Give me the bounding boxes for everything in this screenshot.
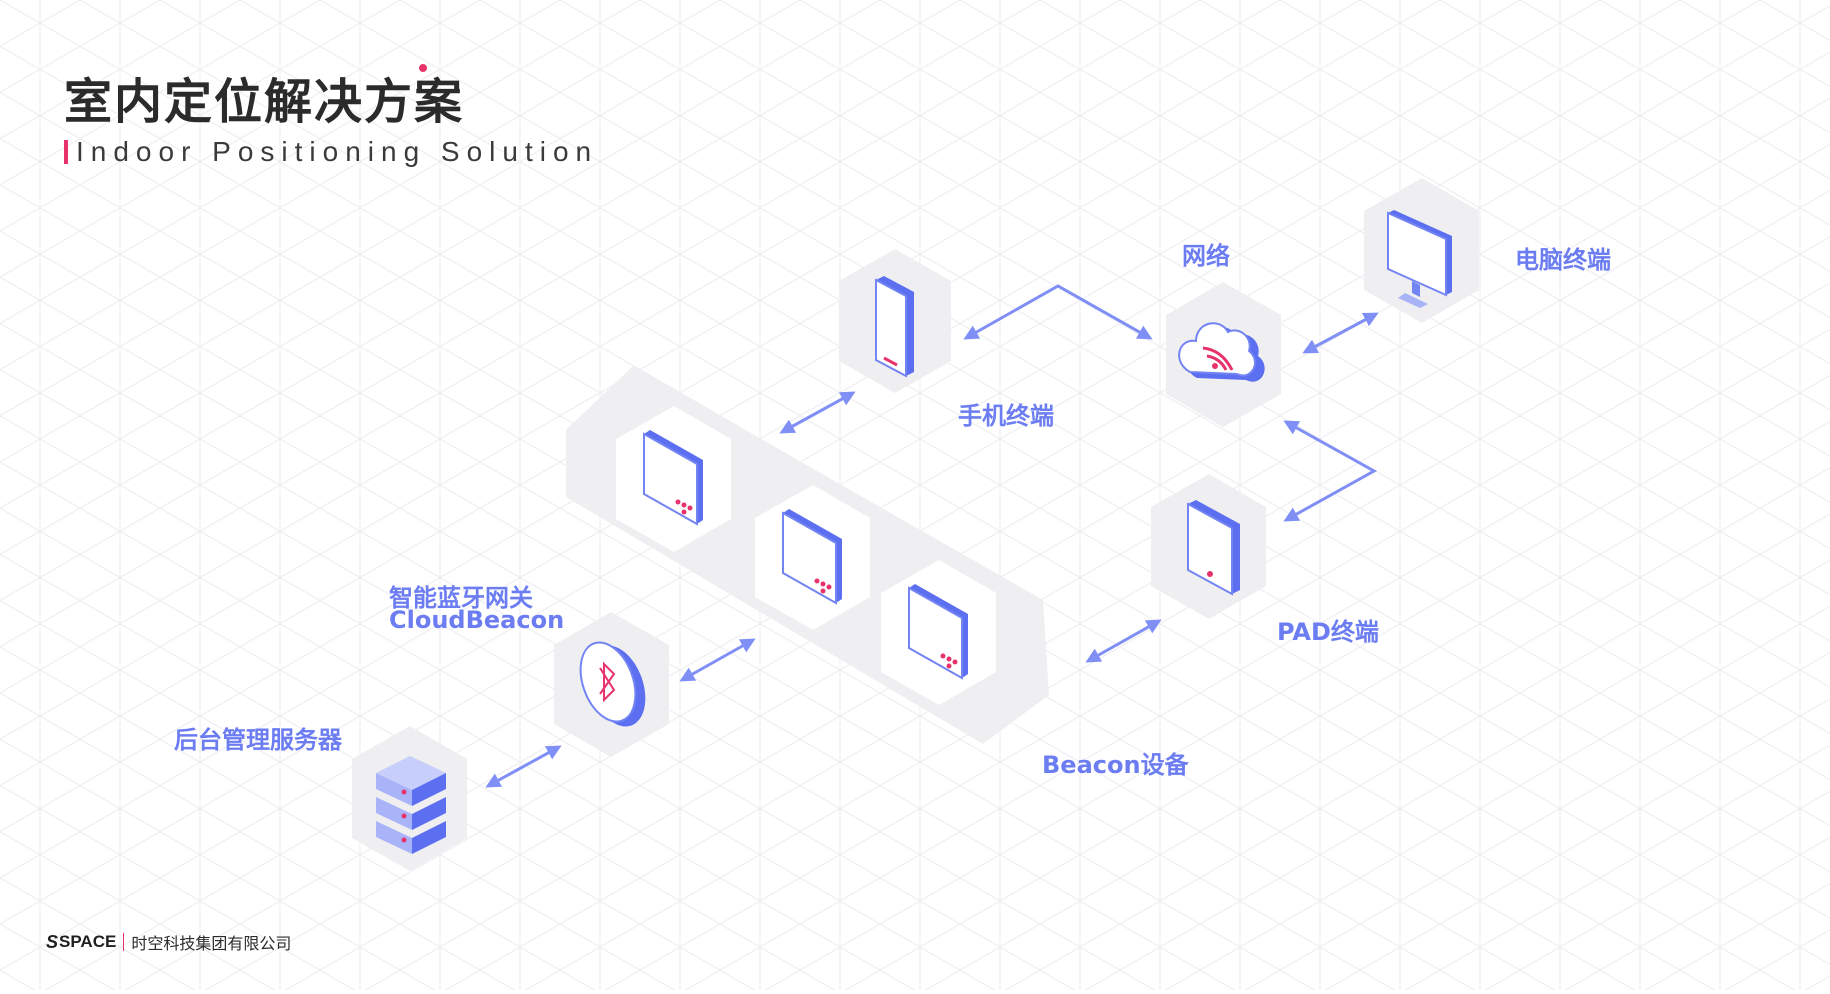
page-subtitle: Indoor Positioning Solution xyxy=(76,136,599,167)
server-icon xyxy=(376,756,446,854)
title-accent-dot xyxy=(419,64,427,72)
phone-icon xyxy=(875,276,914,378)
label-gateway-en: CloudBeacon xyxy=(389,606,565,634)
label-pc: 电脑终端 xyxy=(1515,246,1611,274)
brand-logo: SPACE xyxy=(59,932,117,951)
label-phone: 手机终端 xyxy=(958,402,1054,430)
label-network: 网络 xyxy=(1182,242,1230,270)
diagram-canvas: 室内定位解决方案 Indoor Positioning Solution 网络 … xyxy=(0,0,1830,990)
subtitle-accent-bar xyxy=(64,140,68,164)
label-pad: PAD终端 xyxy=(1277,618,1379,646)
brand-logo-mark: S xyxy=(46,931,59,952)
footer-divider xyxy=(123,933,125,951)
page-title: 室内定位解决方案 xyxy=(64,74,465,130)
company-name: 时空科技集团有限公司 xyxy=(131,934,292,953)
footer: S SPACE 时空科技集团有限公司 xyxy=(46,930,291,954)
label-beacon: Beacon设备 xyxy=(1042,751,1189,779)
label-server: 后台管理服务器 xyxy=(174,726,342,754)
